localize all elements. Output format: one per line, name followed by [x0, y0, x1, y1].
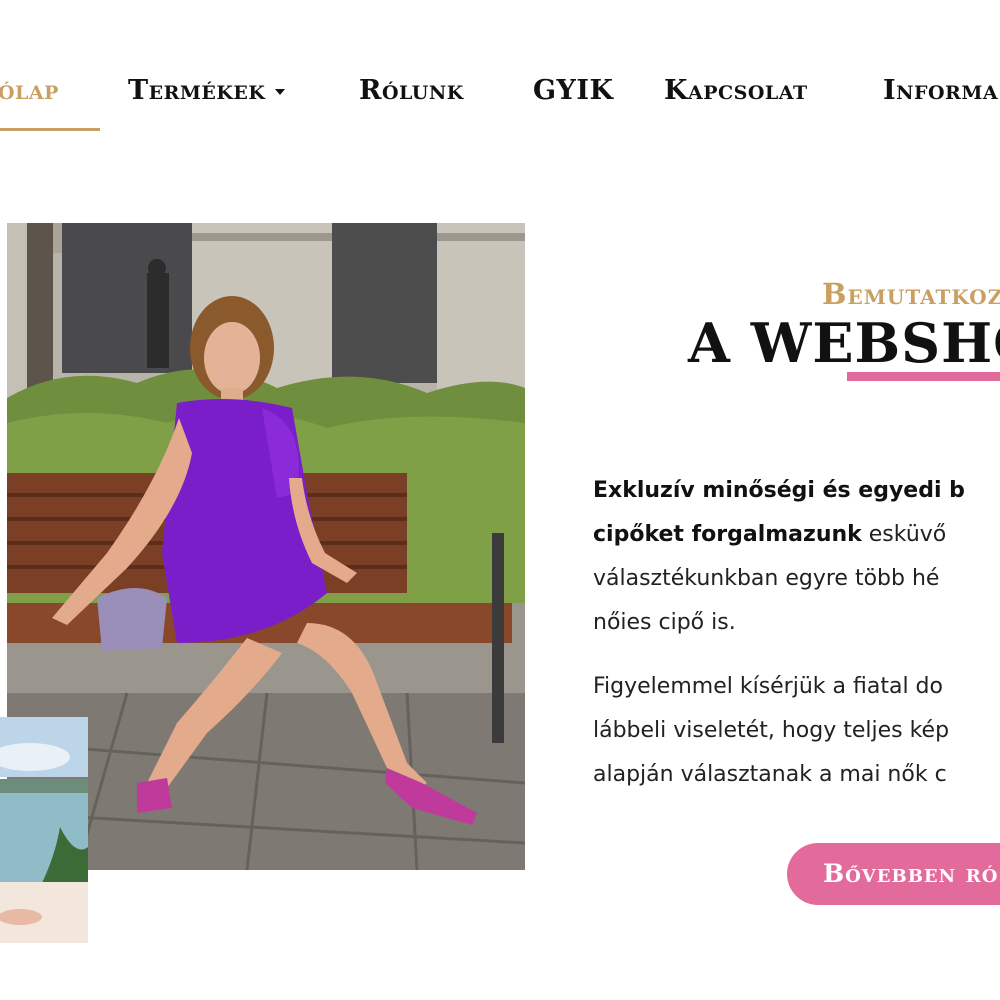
intro-p2-line-2: lábbeli viseletét, hogy teljes kép: [593, 718, 950, 743]
intro-paragraph-2: Figyelemmel kísérjük a fiatal do lábbeli…: [593, 665, 1000, 797]
nav-item-about[interactable]: Rólunk: [359, 73, 464, 109]
intro-paragraph-1: Exkluzív minőségi és egyedi b cipőket fo…: [593, 469, 1000, 645]
main-navigation: ólap Termékek Rólunk GYIK Kapcsolat Info…: [0, 0, 1000, 140]
intro-bold-text-1: Exkluzív minőségi és egyedi b: [593, 478, 965, 503]
intro-text-2: esküvő: [861, 522, 947, 547]
intro-text-4: nőies cipő is.: [593, 610, 736, 635]
section-title: A WEBSHO: [688, 311, 1000, 375]
section-subtitle: Bemutatkoz: [822, 277, 1000, 311]
nav-item-info-label: Informa: [883, 75, 999, 106]
read-more-button-label: Bővebben ró: [823, 859, 999, 888]
nav-item-faq[interactable]: GYIK: [533, 73, 613, 109]
read-more-button[interactable]: Bővebben ró: [787, 843, 1000, 905]
nav-item-faq-label: GYIK: [533, 75, 614, 106]
caret-down-icon: [275, 88, 286, 95]
nav-item-home-label: ólap: [0, 75, 59, 106]
nav-item-about-label: Rólunk: [359, 75, 464, 106]
intro-p2-line-1: Figyelemmel kísérjük a fiatal do: [593, 674, 943, 699]
nav-item-info[interactable]: Informa: [883, 73, 998, 109]
title-accent-bar: [847, 372, 1000, 381]
nav-item-products-label: Termékek: [128, 75, 266, 106]
nav-item-home[interactable]: ólap: [0, 73, 59, 109]
nav-item-contact-label: Kapcsolat: [664, 75, 808, 106]
nav-item-products[interactable]: Termékek: [128, 73, 286, 109]
intro-bold-text-2: cipőket forgalmazunk: [593, 522, 862, 547]
nav-item-contact[interactable]: Kapcsolat: [664, 73, 808, 109]
lake-thumbnail-image: [0, 717, 88, 943]
intro-p2-line-3: alapján választanak a mai nők c: [593, 762, 947, 787]
nav-active-underline: [0, 128, 100, 131]
intro-text-3: választékunkban egyre több hé: [593, 566, 940, 591]
